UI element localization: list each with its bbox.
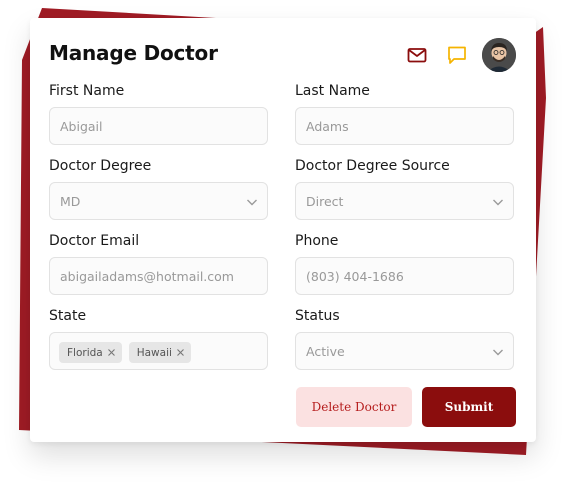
doctor-degree-value: MD [60, 194, 81, 209]
last-name-label: Last Name [295, 83, 370, 99]
phone-field [295, 257, 514, 295]
phone-input[interactable] [296, 258, 513, 294]
last-name-field [295, 107, 514, 145]
remove-icon[interactable] [107, 348, 116, 357]
doctor-email-field [49, 257, 268, 295]
state-chip-label: Florida [67, 346, 103, 359]
doctor-email-input[interactable] [50, 258, 267, 294]
delete-doctor-button[interactable]: Delete Doctor [296, 387, 412, 427]
degree-source-label: Doctor Degree Source [295, 158, 450, 174]
state-label: State [49, 308, 87, 324]
state-chip: Florida [59, 342, 122, 363]
chevron-down-icon [246, 196, 258, 208]
first-name-input[interactable] [50, 108, 267, 144]
mail-icon[interactable] [406, 44, 428, 66]
phone-label: Phone [295, 233, 339, 249]
chevron-down-icon [492, 196, 504, 208]
first-name-label: First Name [49, 83, 125, 99]
state-chip-list: Florida Hawaii [59, 342, 191, 363]
doctor-degree-select[interactable]: MD [49, 182, 268, 220]
page-title: Manage Doctor [49, 41, 218, 65]
chevron-down-icon [492, 346, 504, 358]
status-select[interactable]: Active [295, 332, 514, 370]
doctor-email-label: Doctor Email [49, 233, 140, 249]
state-chip-label: Hawaii [136, 346, 172, 359]
submit-button[interactable]: Submit [422, 387, 516, 427]
user-avatar[interactable] [482, 38, 516, 72]
first-name-field [49, 107, 268, 145]
degree-source-select[interactable]: Direct [295, 182, 514, 220]
manage-doctor-card: Manage Doctor First Name Last Name Docto… [30, 18, 536, 442]
remove-icon[interactable] [176, 348, 185, 357]
state-multiselect[interactable]: Florida Hawaii [49, 332, 268, 370]
last-name-input[interactable] [296, 108, 513, 144]
doctor-degree-label: Doctor Degree [49, 158, 152, 174]
state-chip: Hawaii [128, 342, 191, 363]
status-value: Active [306, 344, 345, 359]
chat-icon[interactable] [446, 44, 468, 66]
status-label: Status [295, 308, 340, 324]
degree-source-value: Direct [306, 194, 344, 209]
